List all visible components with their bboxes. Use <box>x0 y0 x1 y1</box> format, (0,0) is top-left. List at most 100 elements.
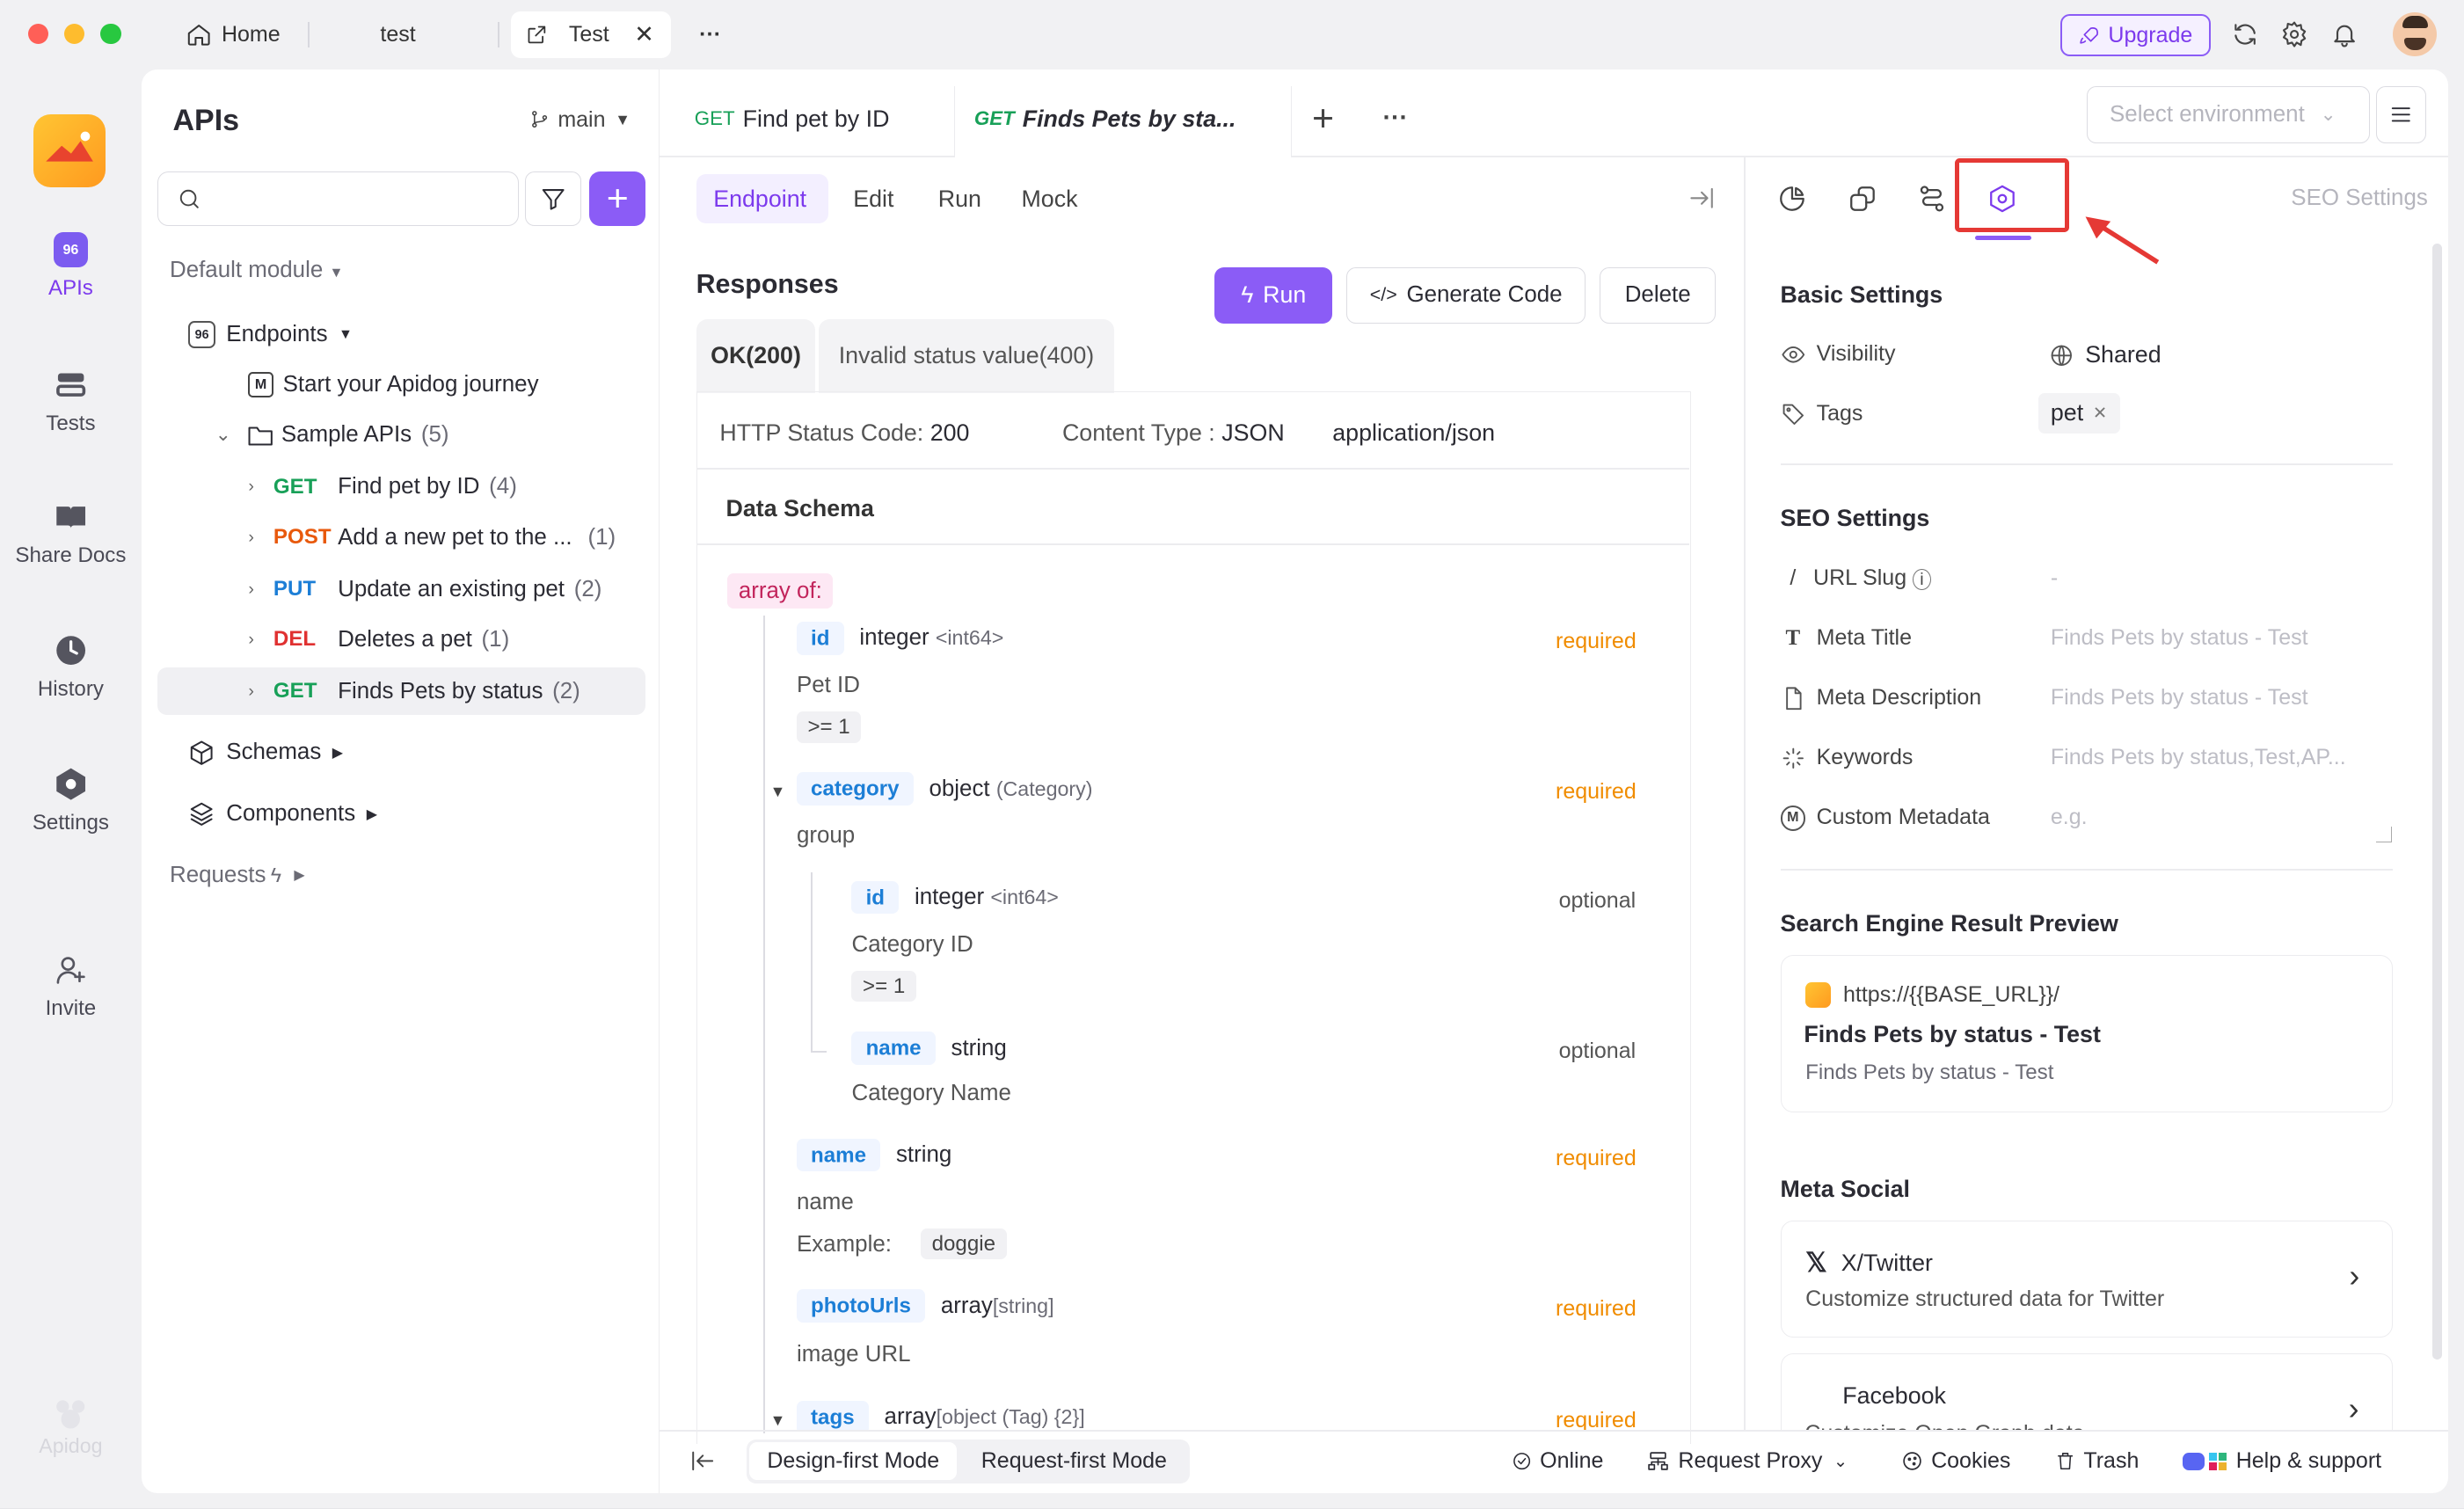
menu-button[interactable] <box>2375 86 2426 143</box>
endpoints-group[interactable]: 96 Endpoints ▼ <box>188 311 660 359</box>
close-window-button[interactable] <box>28 23 49 45</box>
rail-apis-label: APIs <box>47 276 93 301</box>
default-module[interactable]: Default module ▼ <box>170 258 343 283</box>
tag-chip[interactable]: pet ✕ <box>2038 392 2120 434</box>
chevron-down-icon: ⌄ <box>1833 1451 1848 1471</box>
add-button[interactable]: + <box>589 171 646 227</box>
avatar[interactable] <box>2393 12 2438 57</box>
requests-group[interactable]: Requests ϟ ▶ <box>170 851 641 899</box>
tab-home[interactable]: Home <box>176 11 302 59</box>
gear-icon[interactable] <box>2280 20 2308 48</box>
tree-item-label: Deletes a pet <box>338 626 472 652</box>
more-tabs-button[interactable]: ··· <box>699 11 721 59</box>
schema-field-category[interactable]: category object (Category) <box>796 772 1093 806</box>
schemas-group[interactable]: Schemas ▶ <box>188 729 660 776</box>
delete-button[interactable]: Delete <box>1600 266 1717 324</box>
minimize-window-button[interactable] <box>64 23 85 45</box>
doc-tab-method: GET <box>694 107 735 130</box>
request-first-mode-button[interactable]: Request-first Mode <box>962 1442 1187 1480</box>
subtab-endpoint[interactable]: Endpoint <box>713 186 806 213</box>
array-of-badge: array of: <box>727 573 834 609</box>
schema-field-id[interactable]: id integer <int64> <box>796 621 1003 655</box>
schema-field-photourls[interactable]: photoUrls array[string] <box>796 1289 1054 1323</box>
tree-item-count: (2) <box>552 678 580 703</box>
upgrade-button[interactable]: Upgrade <box>2059 14 2212 57</box>
project-logo[interactable] <box>33 114 106 187</box>
tree-folder-sample[interactable]: ⌄ Sample APIs (5) <box>215 412 687 459</box>
custom-meta-input[interactable]: e.g. <box>2051 805 2088 830</box>
subtab-run[interactable]: Run <box>938 186 981 213</box>
components-group[interactable]: Components ▶ <box>188 791 660 838</box>
tree-item-journey[interactable]: M Start your Apidog journey <box>248 361 719 409</box>
chart-pie-icon[interactable] <box>1777 184 1807 214</box>
keywords-input[interactable]: Finds Pets by status,Test,AP... <box>2051 745 2346 770</box>
search-input[interactable] <box>157 171 519 227</box>
help-support-button[interactable]: Help & support <box>2183 1442 2381 1480</box>
rail-history[interactable]: History <box>0 633 142 702</box>
schema-field-tags[interactable]: tags array[object (Tag) {2}] <box>796 1401 1085 1431</box>
tree-item-count: (4) <box>489 474 517 499</box>
home-icon <box>187 25 210 46</box>
schema-field-category-name[interactable]: name string <box>851 1032 1007 1065</box>
meta-social-title: Meta Social <box>1780 1175 1910 1202</box>
tab-test-active[interactable]: Test ✕ <box>510 11 671 59</box>
collapse-triangle-icon[interactable]: ▼ <box>770 783 786 801</box>
collapse-left-icon[interactable] <box>689 1449 716 1473</box>
bell-icon[interactable] <box>2330 20 2358 48</box>
visibility-select[interactable]: Shared <box>2049 341 2161 368</box>
tree-item[interactable]: › DEL Deletes a pet (1) <box>248 616 719 663</box>
shapes-icon[interactable] <box>1848 184 1877 214</box>
collapse-right-icon[interactable] <box>1688 186 1716 211</box>
response-tab-ok[interactable]: OK(200) <box>696 318 816 393</box>
environment-select[interactable]: Select environment ⌄ <box>2087 86 2370 143</box>
maximize-window-button[interactable] <box>100 23 121 45</box>
tree-item[interactable]: › GET Find pet by ID (4) <box>248 463 719 511</box>
doc-tab-finds-pets[interactable]: GET Finds Pets by sta... <box>974 106 1236 133</box>
field-desc: name <box>796 1189 854 1214</box>
rail-invite[interactable]: Invite <box>0 952 142 1021</box>
doc-tabs-more-button[interactable]: ··· <box>1382 104 1408 133</box>
close-tab-icon[interactable]: ✕ <box>634 21 653 48</box>
response-tab-invalid[interactable]: Invalid status value(400) <box>818 318 1114 393</box>
custom-meta-row: M Custom Metadata <box>1780 805 1990 831</box>
right-scrollbar[interactable] <box>2432 243 2442 1360</box>
online-status[interactable]: Online <box>1512 1442 1603 1480</box>
url-slug-value[interactable]: - <box>2051 565 2058 591</box>
branch-selector[interactable]: main ▼ <box>529 107 631 133</box>
trash-button[interactable]: Trash <box>2055 1442 2139 1480</box>
request-proxy-button[interactable]: Request Proxy ⌄ <box>1647 1442 1848 1480</box>
rail-settings[interactable]: Settings <box>0 767 142 835</box>
generate-code-button[interactable]: </> Generate Code <box>1346 266 1586 324</box>
route-icon[interactable] <box>1917 184 1947 214</box>
highlight-box <box>1954 158 2070 233</box>
field-optional: optional <box>1558 887 1637 913</box>
doc-tab-find-pet[interactable]: GET Find pet by ID <box>695 106 890 133</box>
rail-tests[interactable]: Tests <box>0 368 142 436</box>
tree-item-selected[interactable]: › GET Finds Pets by status (2) <box>248 667 719 715</box>
resize-handle-icon[interactable] <box>2375 826 2392 842</box>
tree-item[interactable]: › PUT Update an existing pet (2) <box>248 565 719 613</box>
facebook-card[interactable]: Facebook Customize Open Graph data › <box>1780 1352 2394 1432</box>
collapse-triangle-icon[interactable]: ▼ <box>770 1411 786 1430</box>
ctype-value: JSON <box>1221 419 1285 447</box>
rail-share-docs[interactable]: Share Docs <box>0 499 142 568</box>
cookies-button[interactable]: Cookies <box>1901 1442 2010 1480</box>
meta-title-input[interactable]: Finds Pets by status - Test <box>2051 625 2308 651</box>
project-logo-icon <box>45 132 93 163</box>
filter-button[interactable] <box>524 171 582 227</box>
design-first-mode-button[interactable]: Design-first Mode <box>749 1442 958 1481</box>
chevron-right-icon: › <box>248 527 254 547</box>
meta-desc-input[interactable]: Finds Pets by status - Test <box>2051 685 2308 711</box>
twitter-card[interactable] <box>1780 1221 2394 1338</box>
subtab-mock[interactable]: Mock <box>1021 186 1077 213</box>
schema-field-name[interactable]: name string <box>796 1138 951 1172</box>
subtab-edit[interactable]: Edit <box>853 186 893 213</box>
run-button[interactable]: ϟ Run <box>1214 266 1333 324</box>
rail-apis[interactable]: 96 APIs <box>0 232 142 301</box>
remove-tag-icon[interactable]: ✕ <box>2093 403 2107 424</box>
schema-field-category-id[interactable]: id integer <int64> <box>851 880 1059 915</box>
sync-icon[interactable] <box>2231 20 2259 48</box>
new-tab-button[interactable]: + <box>1312 98 1334 141</box>
tree-item[interactable]: › POST Add a new pet to the ... (1) <box>248 514 719 561</box>
tab-test[interactable]: test <box>380 11 415 59</box>
